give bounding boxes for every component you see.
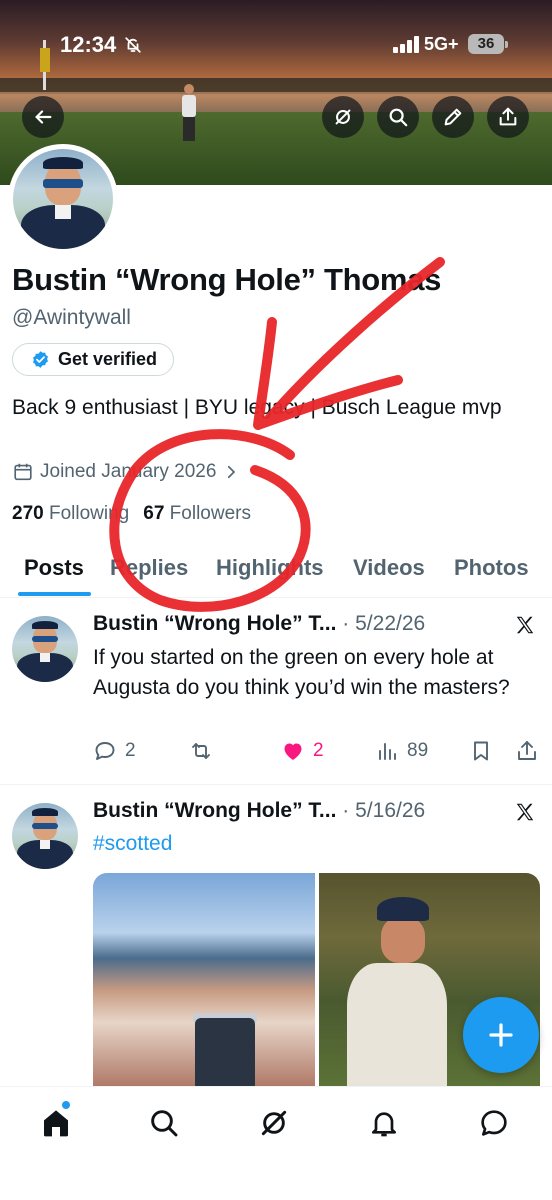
profile-tabs: Posts Replies Highlights Videos Photos [0, 542, 552, 598]
following-label: Following [48, 503, 130, 524]
followers-count: 67 [143, 503, 165, 524]
tab-posts[interactable]: Posts [24, 555, 84, 581]
signal-icon [393, 36, 419, 53]
boat-photo[interactable] [93, 873, 315, 1086]
post-author[interactable]: Bustin “Wrong Hole” T... [93, 612, 336, 635]
tab-highlights[interactable]: Highlights [216, 555, 324, 581]
reply-icon [95, 742, 115, 760]
verified-badge-icon [33, 351, 48, 368]
grok-icon [261, 1110, 287, 1136]
post-text: If you started on the green on every hol… [93, 646, 510, 699]
tab-replies[interactable]: Replies [110, 555, 188, 581]
share-button[interactable] [487, 96, 529, 138]
share-icon [518, 741, 536, 760]
home-notification-dot [62, 1101, 70, 1109]
compose-button[interactable] [463, 997, 539, 1073]
calendar-icon [14, 463, 32, 481]
profile-name: Bustin “Wrong Hole” Thomas [12, 262, 442, 297]
x-logo-icon[interactable] [514, 614, 536, 636]
post-author[interactable]: Bustin “Wrong Hole” T... [93, 799, 336, 822]
get-verified-button[interactable]: Get verified [12, 343, 174, 376]
battery-icon: 36 [468, 34, 508, 54]
profile-avatar[interactable] [8, 144, 118, 254]
post[interactable]: Bustin “Wrong Hole” T... · 5/22/26 If yo… [0, 599, 552, 785]
retweet-icon [192, 743, 210, 759]
notifications-icon [372, 1112, 396, 1137]
bell-off-icon [125, 37, 141, 53]
profile-handle: @Awintywall [12, 306, 131, 329]
like-button[interactable]: 2 [281, 739, 324, 763]
plus-icon [489, 1023, 513, 1047]
post-avatar[interactable] [12, 616, 78, 682]
like-count: 2 [313, 740, 324, 761]
nav-search[interactable] [146, 1105, 182, 1141]
profile-bio: Back 9 enthusiast | BYU legacy | Busch L… [12, 396, 502, 419]
banner-golfer [182, 84, 196, 142]
tab-photos[interactable]: Photos [454, 555, 529, 581]
post-header: Bustin “Wrong Hole” T... · 5/22/26 [93, 612, 425, 636]
followers-link[interactable]: 67 Followers [143, 503, 251, 524]
avatar-photo [13, 149, 113, 249]
views-button[interactable]: 89 [375, 739, 428, 763]
grok-icon [335, 109, 351, 125]
retweet-button[interactable] [189, 739, 213, 763]
grok-button[interactable] [322, 96, 364, 138]
post-avatar[interactable] [12, 803, 78, 869]
chevron-right-icon [228, 465, 236, 479]
post-actions: 2 2 89 [93, 739, 543, 769]
nav-notifications[interactable] [366, 1105, 402, 1141]
nav-home[interactable] [38, 1105, 74, 1141]
post-hashtag[interactable]: #scotted [93, 832, 172, 856]
back-icon [35, 110, 52, 124]
following-link[interactable]: 270 Following [12, 503, 129, 524]
bottom-navigation [0, 1086, 552, 1200]
post-date[interactable]: · 5/22/26 [342, 612, 425, 635]
status-bar: 12:34 5G+ 36 [0, 30, 552, 62]
joined-date[interactable]: Joined January 2026 [12, 461, 240, 483]
edit-icon [444, 108, 462, 126]
joined-label: Joined January 2026 [40, 461, 217, 482]
view-count: 89 [407, 740, 429, 761]
heart-filled-icon [284, 743, 302, 760]
views-icon [379, 743, 396, 760]
post-header: Bustin “Wrong Hole” T... · 5/16/26 [93, 799, 425, 823]
share-icon [499, 107, 517, 126]
post-date[interactable]: · 5/16/26 [342, 799, 425, 822]
following-count: 270 [12, 503, 44, 524]
follow-counts: 270 Following 67 Followers [12, 503, 251, 525]
back-button[interactable] [22, 96, 64, 138]
search-icon [389, 108, 408, 127]
search-button[interactable] [377, 96, 419, 138]
network-type: 5G+ [424, 34, 459, 54]
reply-count: 2 [125, 740, 136, 761]
active-tab-indicator [18, 592, 91, 596]
bookmark-button[interactable] [469, 739, 493, 763]
messages-icon [481, 1110, 507, 1136]
nav-messages[interactable] [476, 1105, 512, 1141]
search-icon [151, 1110, 178, 1137]
x-logo-icon[interactable] [514, 801, 536, 823]
tab-videos[interactable]: Videos [353, 555, 425, 581]
reply-button[interactable]: 2 [93, 739, 136, 763]
followers-label: Followers [169, 503, 251, 524]
edit-button[interactable] [432, 96, 474, 138]
share-post-button[interactable] [515, 739, 539, 763]
get-verified-label: Get verified [58, 349, 158, 369]
bookmark-icon [474, 741, 488, 761]
nav-grok[interactable] [256, 1105, 292, 1141]
status-time: 12:34 [60, 32, 117, 57]
home-icon [44, 1110, 68, 1137]
